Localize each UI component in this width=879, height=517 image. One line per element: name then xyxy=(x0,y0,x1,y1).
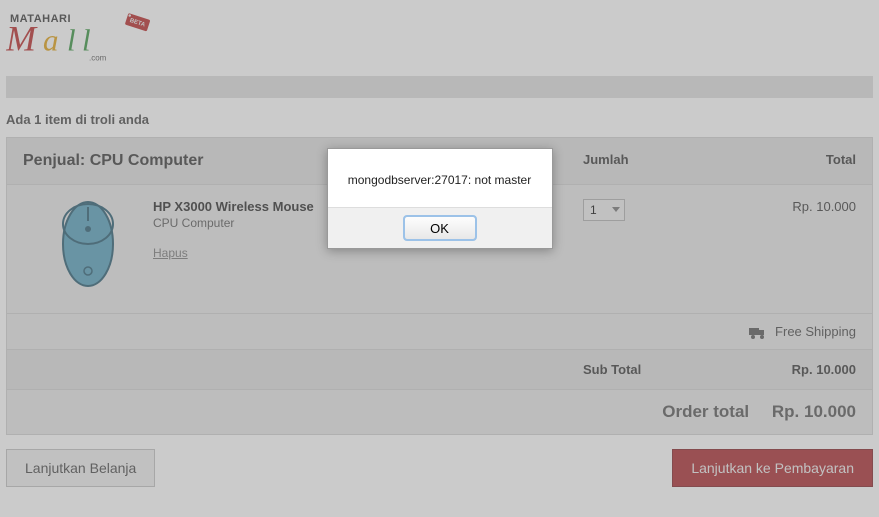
modal-overlay xyxy=(0,0,879,517)
alert-dialog: mongodbserver:27017: not master OK xyxy=(327,148,553,249)
alert-message: mongodbserver:27017: not master xyxy=(328,149,552,207)
ok-button[interactable]: OK xyxy=(404,216,476,240)
